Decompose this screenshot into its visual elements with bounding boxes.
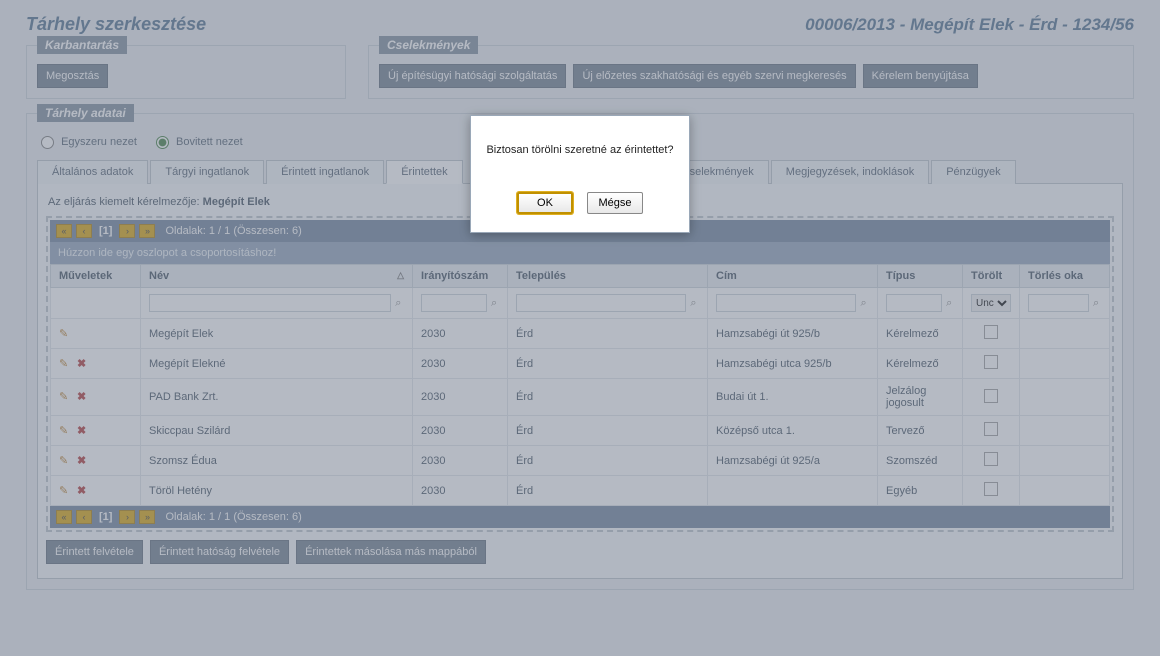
dialog-cancel-button[interactable]: Mégse	[587, 192, 643, 214]
dialog-ok-button[interactable]: OK	[517, 192, 573, 214]
modal-overlay: Biztosan törölni szeretné az érintettet?…	[0, 0, 1160, 656]
confirm-dialog: Biztosan törölni szeretné az érintettet?…	[470, 115, 690, 233]
dialog-message: Biztosan törölni szeretné az érintettet?	[485, 144, 675, 156]
